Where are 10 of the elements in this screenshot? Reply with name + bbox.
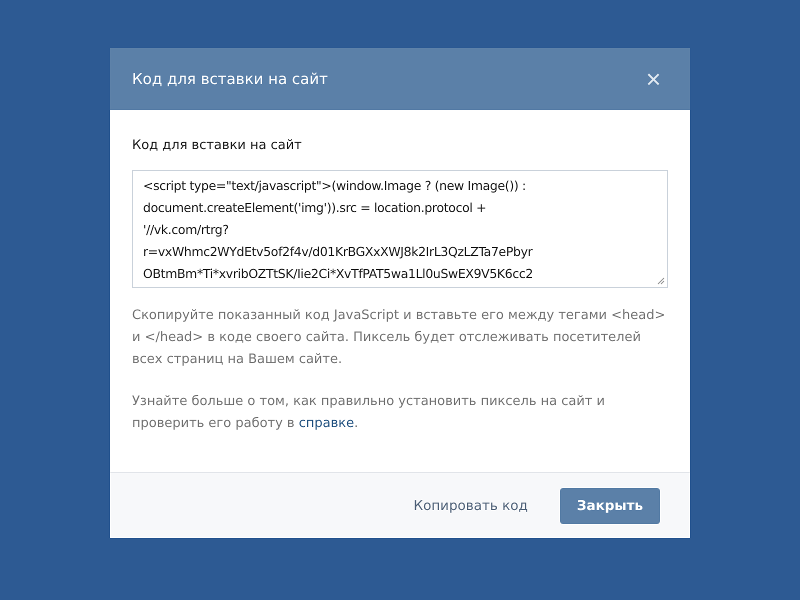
copy-code-button[interactable]: Копировать код [414,498,528,514]
code-field[interactable]: <script type="text/javascript">(window.Image ? (new Image()) : document.createElement('img')).src = location.protocol + '//vk.com/rtrg? r=vxWhmc2WYdEtv5of2f4v/d01KrBGXxXWJ8k2IrL3QzLZTa7ePbyr OBtmBm*Ti*xvribOZTtSK/Iie2Ci*XvTfPAT5wa1Ll0uSwEX9V5K6cc2 [132,170,668,288]
help-link[interactable]: справке [298,416,354,431]
help-text: Узнайте больше о том, как правильно установить пиксель на сайт и проверить его работу в справке. [132,393,606,433]
description-text: Скопируйте показанный код JavaScript и вставьте его между тегами <head> и </head> в коде своего сайта. Пиксель будет отслеживать посетителей всех страниц на Вашем сайте. [132,307,666,369]
resize-handle-icon[interactable] [657,277,665,285]
close-button[interactable]: Закрыть [560,488,660,524]
close-button[interactable]: × [642,66,665,92]
section-title: Код для вставки на сайт [132,138,303,153]
dialog-title: Код для вставки на сайт [132,70,328,88]
